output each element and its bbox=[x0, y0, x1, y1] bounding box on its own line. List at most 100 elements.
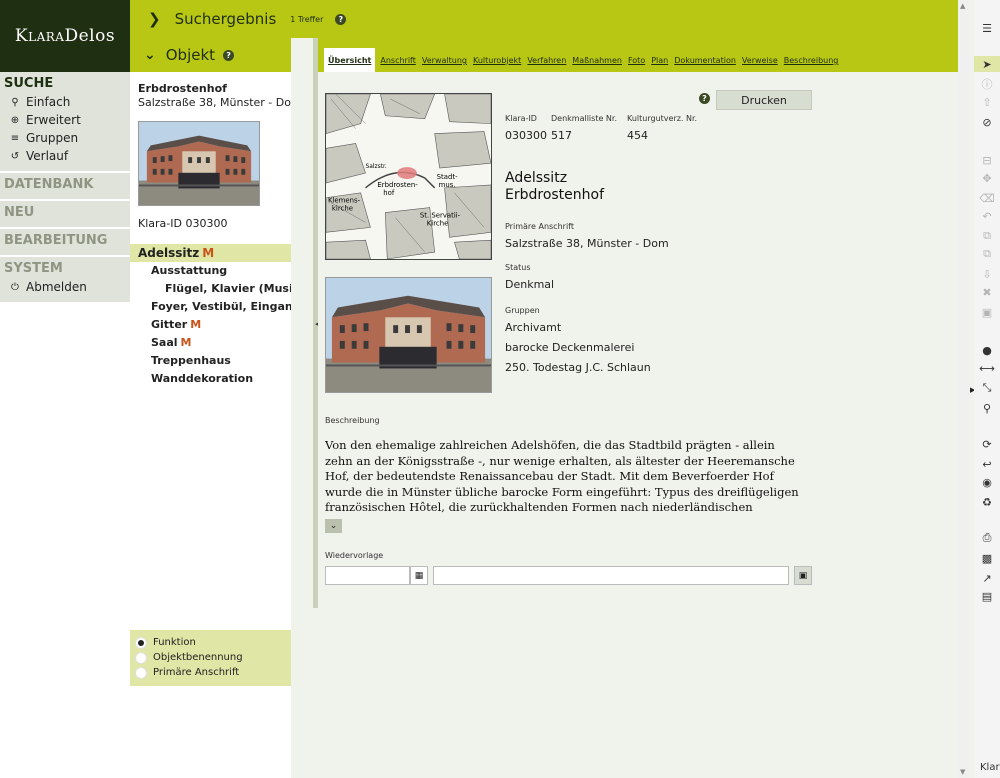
print-icon[interactable]: ⎙ bbox=[974, 530, 1000, 546]
nav-item-label: Gruppen bbox=[26, 131, 79, 145]
tree-item[interactable]: Adelssitz M bbox=[130, 244, 291, 262]
object-photo[interactable] bbox=[138, 121, 260, 206]
nav-item-verlauf[interactable]: ↺ Verlauf bbox=[0, 147, 130, 165]
print-button[interactable]: Drucken bbox=[716, 90, 812, 110]
pointer-icon[interactable]: ➤ bbox=[974, 56, 1000, 72]
save-icon[interactable]: ▣ bbox=[974, 304, 1000, 320]
tree-item[interactable]: Ausstattung bbox=[130, 262, 291, 280]
nav-section-datenbank[interactable]: DATENBANK bbox=[0, 173, 130, 201]
nav-title-datenbank: DATENBANK bbox=[4, 176, 94, 192]
nav-title-suche[interactable]: SUCHE bbox=[0, 76, 130, 93]
nav-title-neu: NEU bbox=[4, 204, 35, 220]
save-icon[interactable]: ▣ bbox=[794, 566, 812, 585]
tab-foto[interactable]: Foto bbox=[625, 56, 648, 72]
object-bar-title: Objekt bbox=[165, 46, 216, 64]
map-label: kirche bbox=[332, 205, 353, 213]
tab-kulturobjekt[interactable]: Kulturobjekt bbox=[470, 56, 524, 72]
hit-count: 1 Treffer bbox=[290, 14, 324, 24]
measure-icon[interactable]: ⟷ bbox=[974, 360, 1000, 376]
scroll-down-icon[interactable]: ▼ bbox=[960, 768, 965, 776]
tree-item-label: Ausstattung bbox=[151, 264, 228, 277]
tree-item[interactable]: Flügel, Klavier (Musikin bbox=[130, 280, 291, 298]
power-icon: ⏻ bbox=[11, 281, 19, 293]
upload-icon[interactable]: ⇧ bbox=[974, 94, 1000, 110]
tree-item[interactable]: Saal M bbox=[130, 334, 291, 352]
radio-dot[interactable] bbox=[135, 651, 147, 664]
external-link-icon[interactable]: ↗ bbox=[974, 570, 1000, 586]
nav-title-system[interactable]: SYSTEM bbox=[0, 261, 130, 278]
radio-objektbenennung[interactable]: Objektbenennung bbox=[135, 650, 291, 665]
help-icon[interactable]: ? bbox=[335, 13, 347, 25]
radio-primaere-anschrift[interactable]: Primäre Anschrift bbox=[135, 665, 291, 680]
tab-plan[interactable]: Plan bbox=[648, 56, 671, 72]
tab-anschrift[interactable]: Anschrift bbox=[377, 56, 419, 72]
block-icon[interactable]: ⊘ bbox=[974, 114, 1000, 130]
tree-item-label: Flügel, Klavier (Musikin bbox=[165, 282, 291, 295]
help-icon[interactable]: ? bbox=[699, 93, 710, 104]
tab-beschreibung[interactable]: Beschreibung bbox=[781, 56, 842, 72]
nav-item-erweitert[interactable]: ⊕ Erweitert bbox=[0, 111, 130, 129]
minus-icon[interactable]: ⊟ bbox=[974, 152, 1000, 168]
move-icon[interactable]: ✥ bbox=[974, 170, 1000, 186]
group-item[interactable]: barocke Deckenmalerei bbox=[505, 341, 634, 354]
delete-icon[interactable]: ✖ bbox=[974, 284, 1000, 300]
image-icon[interactable]: ▩ bbox=[974, 550, 1000, 566]
tab-verfahren[interactable]: Verfahren bbox=[524, 56, 569, 72]
back-icon[interactable]: ↩ bbox=[974, 456, 1000, 472]
building-photo[interactable] bbox=[325, 277, 492, 393]
radio-dot[interactable] bbox=[135, 666, 147, 679]
tree-item[interactable]: Gitter M bbox=[130, 316, 291, 334]
undo-icon[interactable]: ↶ bbox=[974, 208, 1000, 224]
copy-icon[interactable]: ⧉ bbox=[974, 228, 1000, 244]
download-icon[interactable]: ⇩ bbox=[974, 266, 1000, 282]
group-item[interactable]: 250. Todestag J.C. Schlaun bbox=[505, 361, 651, 374]
recycle-icon[interactable]: ♻ bbox=[974, 494, 1000, 510]
klara-id-label: Klara-ID bbox=[505, 114, 537, 123]
nav-item-einfach[interactable]: ⚲ Einfach bbox=[0, 93, 130, 111]
tree-item[interactable]: Treppenhaus bbox=[130, 352, 291, 370]
menu-icon[interactable]: ☰ bbox=[974, 20, 1000, 36]
status-value: Denkmal bbox=[505, 278, 555, 291]
fullscreen-icon[interactable]: ⤡ bbox=[974, 380, 1000, 396]
right-toolbar: ☰ ➤ ⓘ ⇧ ⊘ ⊟ ✥ ⌫ ↶ ⧉ ⧉ ⇩ ✖ ▣ ● ⟷ ⤡ ⚲ ⟳ ↩ … bbox=[974, 0, 1000, 778]
wiedervorlage-date-input[interactable] bbox=[325, 566, 410, 585]
title-line-2: Erbdrostenhof bbox=[505, 187, 605, 203]
refresh-icon[interactable]: ⟳ bbox=[974, 436, 1000, 452]
app-logo: Klara Delos bbox=[0, 0, 130, 72]
info-icon[interactable]: ⓘ bbox=[974, 76, 1000, 92]
group-item[interactable]: Archivamt bbox=[505, 321, 561, 334]
expand-description-button[interactable]: ⌄ bbox=[325, 519, 342, 533]
tab-uebersicht[interactable]: Übersicht bbox=[324, 48, 376, 72]
tree-item[interactable]: Wanddekoration bbox=[130, 370, 291, 388]
nav-section-neu[interactable]: NEU bbox=[0, 201, 130, 229]
search-icon[interactable]: ⚲ bbox=[974, 400, 1000, 416]
map-pin-icon[interactable]: ● bbox=[974, 342, 1000, 358]
denkmalliste-label: Denkmalliste Nr. bbox=[551, 114, 617, 123]
radio-dot[interactable] bbox=[135, 636, 147, 649]
nav-item-abmelden[interactable]: ⏻ Abmelden bbox=[0, 278, 130, 296]
nav-section-bearbeitung[interactable]: BEARBEITUNG bbox=[0, 229, 130, 257]
map-label: Erbdrosten- bbox=[377, 181, 418, 189]
groups-label: Gruppen bbox=[505, 306, 540, 315]
tab-verweise[interactable]: Verweise bbox=[739, 56, 781, 72]
help-icon[interactable]: ? bbox=[223, 49, 235, 61]
nav-item-gruppen[interactable]: ≡ Gruppen bbox=[0, 129, 130, 147]
card-icon[interactable]: ▤ bbox=[974, 588, 1000, 604]
chevron-right-icon[interactable]: ❯ bbox=[148, 10, 161, 28]
calendar-icon[interactable]: ▦ bbox=[410, 566, 428, 585]
eraser-icon[interactable]: ⌫ bbox=[974, 190, 1000, 206]
klara-id-value: 030300 bbox=[505, 129, 547, 142]
radio-funktion[interactable]: Funktion bbox=[135, 635, 291, 650]
scrollbar[interactable]: ▲ ▼ bbox=[958, 0, 970, 778]
eye-icon[interactable]: ◉ bbox=[974, 474, 1000, 490]
tab-verwaltung[interactable]: Verwaltung bbox=[419, 56, 470, 72]
map-label: Klemens- bbox=[328, 197, 361, 205]
tab-dokumentation[interactable]: Dokumentation bbox=[671, 56, 739, 72]
tab-massnahmen[interactable]: Maßnahmen bbox=[569, 56, 625, 72]
scroll-up-icon[interactable]: ▲ bbox=[960, 2, 965, 10]
location-map[interactable]: Erbdrosten- hof Stadt- mus. Klemens- kir… bbox=[325, 93, 492, 260]
chevron-down-icon[interactable]: ⌄ bbox=[144, 47, 156, 63]
paste-icon[interactable]: ⧉ bbox=[974, 246, 1000, 262]
wiedervorlage-text-input[interactable] bbox=[433, 566, 789, 585]
tree-item[interactable]: Foyer, Vestibül, Eingangsh bbox=[130, 298, 291, 316]
